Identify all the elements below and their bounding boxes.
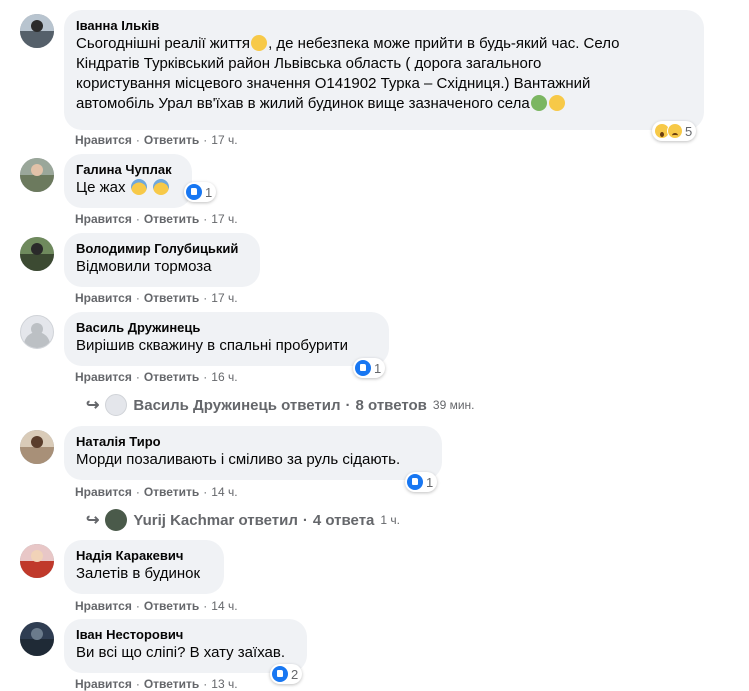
reply-link[interactable]: Ответить [144,677,199,691]
relieved-emoji-icon [548,95,565,111]
comment-time[interactable]: 17 ч. [211,133,237,147]
reply-arrow-icon: ↪ [86,512,100,529]
avatar [105,509,128,531]
avatar[interactable] [20,544,54,578]
comment-text-line: Сьогоднішні реалії життя [76,35,251,52]
avatar[interactable] [20,14,54,48]
reply-link[interactable]: Ответить [144,599,199,613]
reply-count: 4 ответа [312,511,375,529]
comment-bubble: Надія Каракевич Залетів в будинок [64,540,224,594]
reaction-count: 1 [205,184,213,200]
like-link[interactable]: Нравится [75,370,132,384]
reply-author: Василь Дружинець [133,396,277,414]
comment-text: Ви всі що сліпі? В хату заїхав. [76,644,286,661]
comment-actions: Нравится · Ответить · 17 ч. [75,212,238,226]
comment-author[interactable]: Надія Каракевич [76,548,212,564]
avatar[interactable] [20,622,54,656]
like-link[interactable]: Нравится [75,291,132,305]
reaction-summary[interactable]: 2 [270,664,303,684]
comment-time[interactable]: 13 ч. [211,677,237,691]
reaction-count: 2 [291,666,299,682]
comment-actions: Нравится · Ответить · 13 ч. [75,677,238,691]
relieved-emoji-icon [251,35,268,51]
reply-link[interactable]: Ответить [144,485,199,499]
reaction-summary[interactable]: 5 [652,121,697,141]
comment-text: Вирішив скважину в спальні пробурити [76,337,348,354]
comment-author[interactable]: Іван Несторович [76,627,295,643]
comment-text-line: користування місцевого значення О141902 … [76,75,591,92]
like-link[interactable]: Нравится [75,212,132,226]
comment-bubble: Іванна Ільків Сьогоднішні реалії життя , … [64,10,704,130]
reaction-summary[interactable]: 1 [405,472,438,492]
reply-time: 39 мин. [432,398,475,412]
reply-link[interactable]: Ответить [144,133,199,147]
comment-bubble: Василь Дружинець Вирішив скважину в спал… [64,312,389,366]
comment-bubble: Володимир Голубицький Відмовили тормоза [64,233,260,287]
comment-actions: Нравится · Ответить · 14 ч. [75,485,238,499]
comment-time[interactable]: 16 ч. [211,370,237,384]
comment-text: Сьогоднішні реалії життя , де небезпека м… [76,34,692,114]
reply-verb: ответил [281,396,341,414]
like-reaction-icon [355,360,371,376]
avatar[interactable] [20,430,54,464]
reaction-summary[interactable]: 1 [353,358,386,378]
comment-time[interactable]: 14 ч. [211,485,237,499]
reply-verb: ответил [238,511,298,529]
reaction-count: 1 [374,360,382,376]
reply-author: Yurij Kachmar [133,511,235,529]
comment-author[interactable]: Володимир Голубицький [76,241,248,257]
comment-actions: Нравится · Ответить · 16 ч. [75,370,238,384]
comment-text: Морди позаливають і сміливо за руль сіда… [76,451,401,468]
comment-text: Залетів в будинок [76,565,201,582]
reaction-summary[interactable]: 1 [184,182,217,202]
like-reaction-icon [272,666,288,682]
avatar[interactable] [20,315,54,349]
comment-time[interactable]: 17 ч. [211,212,237,226]
house-emoji-icon [530,95,547,111]
avatar [105,394,128,416]
reaction-count: 1 [426,474,434,490]
avatar[interactable] [20,237,54,271]
comment-bubble: Наталія Тиро Морди позаливають і сміливо… [64,426,442,480]
view-replies-link[interactable]: ↪ Василь Дружинець ответил · 8 ответов 39 … [86,394,475,416]
comment-time[interactable]: 14 ч. [211,599,237,613]
view-replies-link[interactable]: ↪ Yurij Kachmar ответил · 4 ответа 1 ч. [86,509,400,531]
comment-author[interactable]: Василь Дружинець [76,320,377,336]
comment-author[interactable]: Іванна Ільків [76,18,692,34]
like-reaction-icon [186,184,202,200]
reply-link[interactable]: Ответить [144,370,199,384]
comment-author[interactable]: Галина Чуплак [76,162,180,178]
reply-count: 8 ответов [355,396,427,414]
anxious-emoji-icon [152,179,169,195]
reply-time: 1 ч. [380,513,400,527]
comment-bubble: Іван Несторович Ви всі що сліпі? В хату … [64,619,307,673]
comment-actions: Нравится · Ответить · 17 ч. [75,291,238,305]
comment-author[interactable]: Наталія Тиро [76,434,430,450]
avatar[interactable] [20,158,54,192]
comment-bubble: Галина Чуплак Це жах [64,154,192,208]
like-link[interactable]: Нравится [75,599,132,613]
reply-link[interactable]: Ответить [144,291,199,305]
reaction-count: 5 [685,123,693,139]
like-link[interactable]: Нравится [75,485,132,499]
like-link[interactable]: Нравится [75,133,132,147]
comment-actions: Нравится · Ответить · 14 ч. [75,599,238,613]
sad-reaction-icon [667,123,683,139]
comment-actions: Нравится · Ответить · 17 ч. [75,133,238,147]
comment-text-line: , де небезпека може прийти в будь-який ч… [268,35,620,52]
comment-text: Відмовили тормоза [76,258,212,275]
comment-text-line: Кіндратів Турківський район Львівська об… [76,55,542,72]
like-link[interactable]: Нравится [75,677,132,691]
like-reaction-icon [407,474,423,490]
comment-text-line: автомобіль Урал вв'їхав в жилий будинок … [76,95,530,112]
comment-text: Це жах [76,179,126,196]
reply-arrow-icon: ↪ [86,397,100,414]
anxious-emoji-icon [130,179,147,195]
reply-link[interactable]: Ответить [144,212,199,226]
comment-time[interactable]: 17 ч. [211,291,237,305]
